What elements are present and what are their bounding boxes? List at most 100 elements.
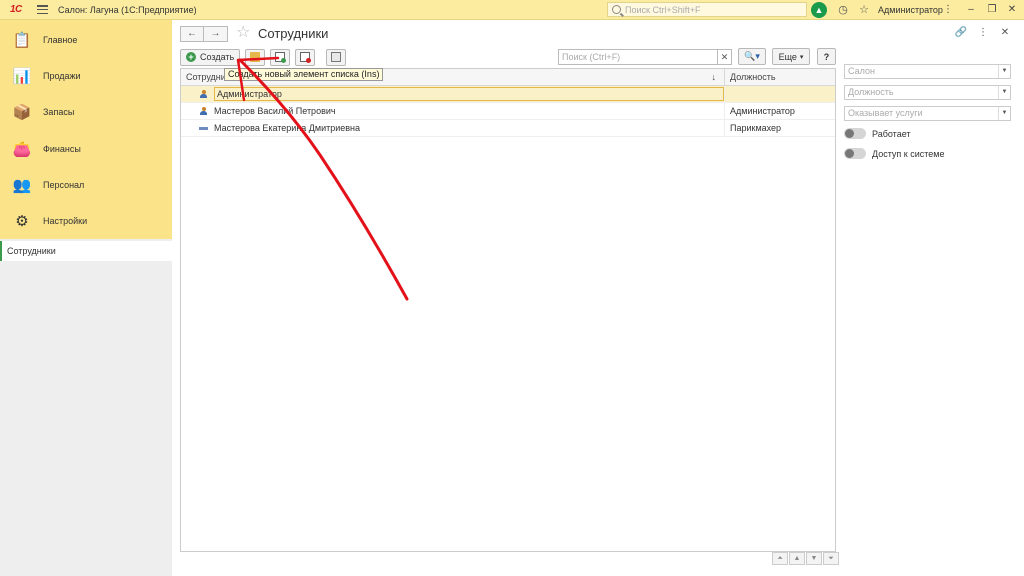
person-icon [199, 106, 208, 116]
sort-arrow-icon: ↓ [711, 72, 717, 82]
table-row[interactable]: Администратор [181, 86, 835, 103]
main-menu-icon[interactable] [37, 5, 48, 14]
current-user[interactable]: Администратор [878, 5, 943, 15]
cell-text: Мастерова Екатерина Дмитриевна [214, 123, 361, 133]
history-icon[interactable]: ◷ [836, 3, 850, 17]
close-icon[interactable]: ✕ [1004, 2, 1020, 18]
help-button[interactable]: ? [817, 48, 836, 65]
cell-position[interactable] [725, 86, 835, 102]
scroll-down-icon[interactable]: ▼ [806, 552, 822, 565]
sidebar-item-label: Персонал [43, 179, 85, 190]
gear-icon: ⚙ [15, 213, 29, 231]
table-row[interactable]: Мастеров Василий Петрович Администратор [181, 103, 835, 120]
employees-table: Сотрудник ↓ Должность Администратор Маст… [180, 68, 836, 552]
table-row[interactable]: Мастерова Екатерина Дмитриевна Парикмахе… [181, 120, 835, 137]
minimize-icon[interactable]: – [963, 2, 979, 18]
more-icon[interactable]: ⋮ [940, 2, 956, 18]
create-tooltip: Создать новый элемент списка (Ins) [224, 68, 384, 81]
list-scroll-controls: ⏶ ▲ ▼ ⏷ [772, 552, 840, 565]
list-search-input[interactable]: Поиск (Ctrl+F) [558, 49, 718, 65]
cell-text: Мастеров Василий Петрович [214, 106, 336, 116]
favorites-star-icon[interactable]: ☆ [857, 3, 871, 17]
position-filter-placeholder: Должность [848, 87, 894, 97]
sidebar-item-staff[interactable]: 👥 Персонал [0, 167, 172, 203]
mark-delete-button[interactable] [295, 48, 315, 66]
create-button-label: Создать [200, 52, 235, 62]
scroll-top-icon[interactable]: ⏶ [772, 552, 788, 565]
wallet-icon: 👛 [12, 140, 32, 158]
copy-button[interactable] [270, 48, 290, 66]
form-actions: 🔗 ⋮ ✕ [954, 26, 1012, 40]
folder-icon [250, 52, 260, 62]
top-bar: 1С Салон: Лагуна (1С:Предприятие) Поиск … [0, 0, 1024, 20]
sidebar-item-stock[interactable]: 📦 Запасы [0, 94, 172, 130]
app-logo: 1С [10, 3, 22, 15]
sidebar: 📋 Главное 📊 Продажи 📦 Запасы 👛 Финансы 👥… [0, 20, 172, 576]
open-window-employees[interactable]: Сотрудники [0, 241, 172, 261]
close-icon[interactable]: ✕ [998, 26, 1012, 40]
cell-position[interactable]: Парикмахер [725, 120, 835, 136]
search-icon: 🔍▾ [744, 51, 760, 61]
person-icon [199, 89, 208, 99]
column-header-position[interactable]: Должность [725, 69, 835, 85]
delete-icon [300, 52, 311, 63]
global-search-placeholder: Поиск Ctrl+Shift+F [625, 4, 701, 15]
restore-icon[interactable]: ❐ [984, 2, 1000, 18]
forward-button[interactable]: → [204, 26, 228, 42]
create-group-button[interactable] [245, 48, 265, 66]
access-toggle-row: Доступ к системе [844, 148, 944, 159]
salon-filter-placeholder: Салон [848, 66, 875, 76]
position-filter-select[interactable]: Должность ▼ [844, 85, 1011, 100]
chevron-down-icon[interactable]: ▼ [998, 107, 1010, 120]
search-icon [612, 5, 621, 14]
scroll-up-icon[interactable]: ▲ [789, 552, 805, 565]
more-icon[interactable]: ⋮ [976, 26, 990, 40]
system-access-toggle[interactable] [844, 148, 866, 159]
working-toggle-row: Работает [844, 128, 911, 139]
scroll-bottom-icon[interactable]: ⏷ [823, 552, 839, 565]
cell-name[interactable]: Мастерова Екатерина Дмитриевна [181, 120, 725, 136]
list-settings-button[interactable] [326, 48, 346, 66]
chevron-down-icon[interactable]: ▼ [998, 86, 1010, 99]
marked-item-icon [199, 126, 208, 130]
chevron-down-icon[interactable]: ▼ [998, 65, 1010, 78]
chevron-down-icon: ▾ [799, 53, 804, 61]
sidebar-item-label: Запасы [43, 107, 75, 118]
back-button[interactable]: ← [180, 26, 204, 42]
link-icon[interactable]: 🔗 [954, 26, 968, 40]
notifications-bell-icon[interactable]: ▲ [811, 2, 827, 18]
people-icon: 👥 [12, 176, 32, 194]
chart-icon: 📊 [12, 68, 32, 86]
find-button[interactable]: 🔍▾ [738, 48, 766, 65]
settings-icon [331, 52, 341, 62]
services-filter-select[interactable]: Оказывает услуги ▼ [844, 106, 1011, 121]
cell-name[interactable]: Администратор [181, 86, 725, 102]
toolbar: + Создать [180, 48, 351, 66]
cell-text: Администратор [214, 87, 724, 101]
cell-name[interactable]: Мастеров Василий Петрович [181, 103, 725, 119]
clipboard-icon: 📋 [12, 32, 32, 50]
global-search-input[interactable]: Поиск Ctrl+Shift+F [607, 2, 807, 17]
sections-panel: 📋 Главное 📊 Продажи 📦 Запасы 👛 Финансы 👥… [0, 20, 172, 239]
salon-filter-select[interactable]: Салон ▼ [844, 64, 1011, 79]
cell-position[interactable]: Администратор [725, 103, 835, 119]
working-toggle[interactable] [844, 128, 866, 139]
sidebar-item-finance[interactable]: 👛 Финансы [0, 131, 172, 167]
page-title: Сотрудники [258, 26, 329, 41]
sidebar-item-label: Настройки [43, 216, 88, 227]
create-button[interactable]: + Создать [180, 48, 240, 66]
services-filter-placeholder: Оказывает услуги [848, 108, 923, 118]
app-title: Салон: Лагуна (1С:Предприятие) [58, 4, 197, 15]
sidebar-item-settings[interactable]: ⚙ Настройки [0, 203, 172, 239]
sidebar-item-label: Финансы [43, 143, 81, 154]
favorite-star-icon[interactable]: ☆ [236, 25, 250, 41]
sidebar-item-main[interactable]: 📋 Главное [0, 22, 172, 58]
sidebar-item-label: Главное [43, 35, 78, 46]
clear-search-icon[interactable]: ✕ [718, 49, 732, 65]
more-button[interactable]: Еще ▾ [772, 48, 810, 65]
more-button-label: Еще [778, 51, 797, 62]
sidebar-item-sales[interactable]: 📊 Продажи [0, 58, 172, 94]
plus-icon: + [186, 52, 196, 62]
toggle-label: Работает [872, 128, 911, 139]
main-form: ← → ☆ Сотрудники 🔗 ⋮ ✕ + Создать Поиск (… [172, 20, 1024, 576]
